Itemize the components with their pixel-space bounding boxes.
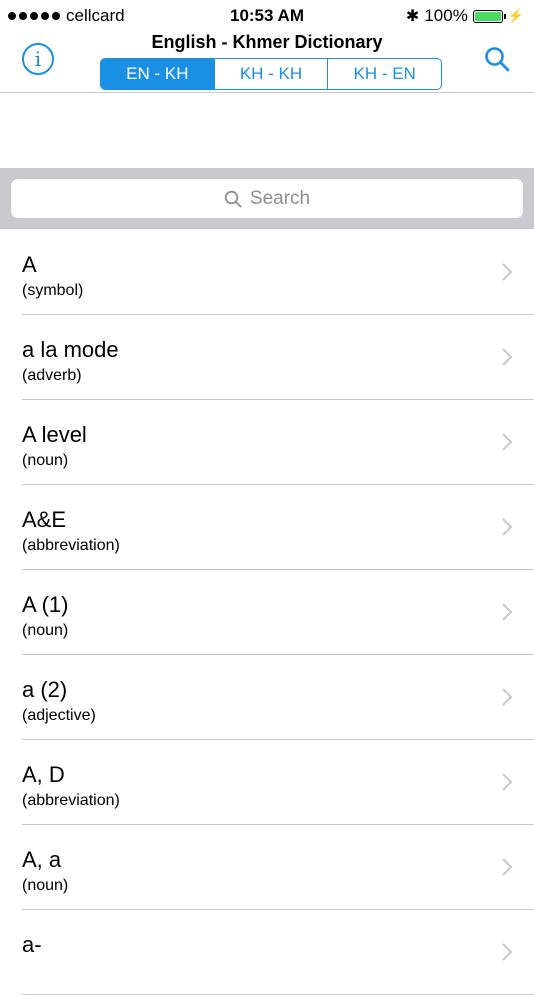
status-bar: cellcard 10:53 AM ✱ 100% ⚡ bbox=[0, 0, 534, 30]
entry-part-of-speech: (symbol) bbox=[22, 282, 84, 299]
entry-part-of-speech: (noun) bbox=[22, 452, 69, 469]
entry-word: A level bbox=[22, 422, 87, 447]
charging-icon: ⚡ bbox=[507, 8, 524, 23]
chevron-right-icon bbox=[502, 943, 512, 961]
battery-icon bbox=[472, 9, 506, 23]
entry-part-of-speech: (noun) bbox=[22, 622, 69, 639]
segment-en-kh[interactable]: EN - KH bbox=[101, 59, 214, 89]
entry-word: A (1) bbox=[22, 592, 69, 617]
battery-percent: 100% bbox=[424, 6, 468, 25]
list-item[interactable]: A level (noun) bbox=[0, 400, 534, 485]
entry-word: A, D bbox=[22, 762, 65, 787]
search-input[interactable]: Search bbox=[11, 179, 523, 218]
chevron-right-icon bbox=[502, 603, 512, 621]
search-field-icon bbox=[224, 190, 242, 207]
chevron-right-icon bbox=[502, 688, 512, 706]
battery-info: ✱ 100% ⚡ bbox=[406, 6, 524, 26]
segment-kh-en[interactable]: KH - EN bbox=[327, 59, 441, 89]
word-list: A (symbol) a la mode (adverb) A level (n… bbox=[0, 230, 534, 995]
page-title: English - Khmer Dictionary bbox=[151, 32, 383, 52]
entry-part-of-speech: (abbreviation) bbox=[22, 792, 120, 809]
chevron-right-icon bbox=[502, 263, 512, 281]
chevron-right-icon bbox=[502, 433, 512, 451]
chevron-right-icon bbox=[502, 773, 512, 791]
list-item[interactable]: A, D (abbreviation) bbox=[0, 740, 534, 825]
entry-word: a (2) bbox=[22, 677, 68, 702]
chevron-right-icon bbox=[502, 858, 512, 876]
language-segmented-control: EN - KH KH - KH KH - EN bbox=[100, 58, 442, 90]
entry-part-of-speech: (noun) bbox=[22, 877, 69, 894]
navigation-bar: i English - Khmer Dictionary EN - KH KH … bbox=[0, 30, 534, 93]
chevron-right-icon bbox=[502, 348, 512, 366]
entry-word: a la mode bbox=[22, 337, 119, 362]
list-item[interactable]: A (symbol) bbox=[0, 230, 534, 315]
search-bar: Search bbox=[0, 168, 534, 229]
entry-word: A&E bbox=[22, 507, 67, 532]
search-placeholder: Search bbox=[249, 187, 311, 209]
entry-word: A, a bbox=[22, 847, 62, 872]
segment-kh-kh[interactable]: KH - KH bbox=[213, 59, 328, 89]
entry-word: a- bbox=[22, 932, 42, 957]
entry-part-of-speech: (abbreviation) bbox=[22, 537, 120, 554]
search-icon[interactable] bbox=[484, 46, 510, 72]
list-item[interactable]: A&E (abbreviation) bbox=[0, 485, 534, 570]
entry-part-of-speech: (adjective) bbox=[22, 707, 96, 724]
list-item[interactable]: a la mode (adverb) bbox=[0, 315, 534, 400]
bluetooth-icon: ✱ bbox=[405, 8, 420, 25]
list-item[interactable]: A (1) (noun) bbox=[0, 570, 534, 655]
list-item[interactable]: a (2) (adjective) bbox=[0, 655, 534, 740]
entry-part-of-speech: (adverb) bbox=[22, 367, 82, 384]
entry-word: A bbox=[22, 252, 37, 277]
list-item[interactable]: a- bbox=[0, 910, 534, 995]
chevron-right-icon bbox=[502, 518, 512, 536]
list-item[interactable]: A, a (noun) bbox=[0, 825, 534, 910]
